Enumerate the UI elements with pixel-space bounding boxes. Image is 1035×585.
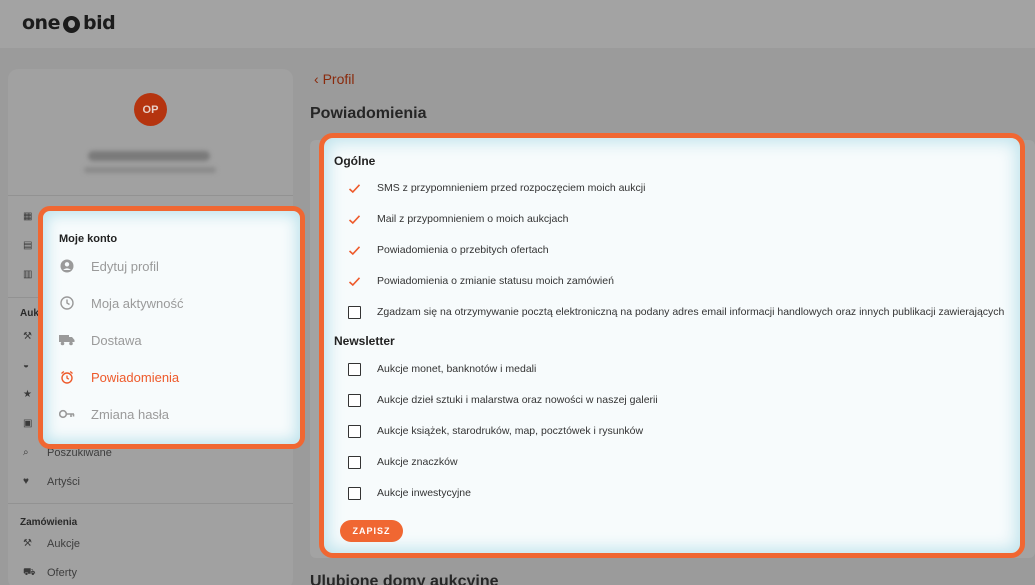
option-mail-reminder[interactable]: Mail z przypomnieniem o moich aukcjach (348, 211, 568, 227)
option-sms-reminder[interactable]: SMS z przypomnieniem przed rozpoczęciem … (348, 180, 645, 196)
blurred-user-name (88, 151, 210, 161)
option-order-status[interactable]: Powiadomienia o zmianie statusu moich za… (348, 273, 614, 289)
checkmark-icon[interactable] (348, 275, 361, 288)
message-icon: ▤ (23, 240, 33, 251)
user-circle-icon (59, 258, 75, 274)
onebid-logo[interactable]: one bid (22, 12, 116, 34)
avatar: OP (134, 93, 167, 126)
sidebar-item-artists[interactable]: Artyści (47, 476, 80, 488)
sidebar-divider (8, 503, 293, 504)
search-icon: ⌕ (23, 447, 29, 458)
truck-icon (59, 332, 75, 348)
logo-text-left: one (22, 12, 60, 34)
checkbox[interactable] (348, 486, 361, 500)
option-label: Mail z przypomnieniem o moich aukcjach (377, 213, 569, 225)
save-button[interactable]: ZAPISZ (340, 520, 403, 542)
option-label: Aukcje inwestycyjne (377, 487, 471, 499)
menu-item-notifications[interactable]: Powiadomienia (59, 367, 179, 387)
option-newsletter-art[interactable]: Aukcje dzieł sztuki i malarstwa oraz now… (348, 392, 658, 408)
clock-icon (59, 295, 75, 311)
option-label: Aukcje znaczków (377, 456, 458, 468)
sidebar-section-orders: Zamówienia (20, 517, 78, 528)
sidebar-item-orders-auctions[interactable]: Aukcje (47, 538, 80, 550)
option-label: SMS z przypomnieniem przed rozpoczęciem … (377, 182, 646, 194)
option-newsletter-books[interactable]: Aukcje książek, starodruków, map, pocztó… (348, 423, 643, 439)
newsletter-section-title: Newsletter (334, 334, 395, 348)
option-label: Aukcje książek, starodruków, map, pocztó… (377, 425, 644, 437)
notification-settings-panel: Ogólne SMS z przypomnieniem przed rozpoc… (319, 133, 1025, 558)
option-label: Zgadzam się na otrzymywanie pocztą elekt… (377, 306, 1005, 318)
option-label: Aukcje monet, banknotów i medali (377, 363, 537, 375)
checkbox[interactable] (348, 393, 361, 407)
basket-icon: ◒ (23, 360, 30, 371)
checkbox[interactable] (348, 424, 361, 438)
list-icon: ▣ (23, 418, 33, 429)
general-section-title: Ogólne (334, 154, 376, 168)
menu-item-edit-profile[interactable]: Edytuj profil (59, 256, 159, 276)
menu-item-change-password[interactable]: Zmiana hasła (59, 404, 169, 424)
menu-item-label: Edytuj profil (91, 258, 159, 274)
menu-item-delivery[interactable]: Dostawa (59, 330, 142, 350)
top-bar: one bid (0, 0, 1035, 48)
page-title: Powiadomienia (310, 105, 427, 122)
option-marketing-consent[interactable]: Zgadzam się na otrzymywanie pocztą elekt… (348, 304, 1004, 320)
checkbox[interactable] (348, 455, 361, 469)
star-icon: ★ (23, 389, 32, 400)
checkmark-icon[interactable] (348, 244, 361, 257)
back-to-profile-link[interactable]: ‹ Profil (314, 71, 354, 87)
sidebar-divider (8, 195, 293, 196)
option-label: Aukcje dzieł sztuki i malarstwa oraz now… (377, 394, 658, 406)
gavel-icon: ⚒ (23, 331, 32, 342)
gavel-icon: ⚒ (23, 538, 32, 549)
sidebar-item-orders-offers[interactable]: Oferty (47, 567, 77, 579)
favorite-auction-houses-title: Ulubione domy aukcyjne (310, 573, 499, 585)
menu-item-label: Powiadomienia (91, 369, 180, 385)
alarm-clock-icon (59, 369, 75, 385)
option-newsletter-investment[interactable]: Aukcje inwestycyjne (348, 485, 471, 501)
blurred-user-email (84, 167, 216, 173)
menu-item-label: Zmiana hasła (91, 406, 170, 422)
checkmark-icon[interactable] (348, 213, 361, 226)
logo-text-right: bid (82, 12, 116, 34)
option-label: Powiadomienia o zmianie statusu moich za… (377, 275, 614, 287)
dashboard-icon: ▦ (23, 211, 33, 222)
menu-item-label: Dostawa (91, 332, 142, 348)
checkbox[interactable] (348, 362, 361, 376)
logo-mark-icon (62, 15, 80, 33)
menu-item-my-activity[interactable]: Moja aktywność (59, 293, 183, 313)
cart-icon: ⛟ (23, 567, 36, 578)
menu-title: Moje konto (59, 233, 118, 245)
checkbox[interactable] (348, 305, 361, 319)
key-icon (59, 406, 75, 422)
option-newsletter-stamps[interactable]: Aukcje znaczków (348, 454, 458, 470)
my-account-menu: Moje konto Edytuj profil Moja aktywność … (38, 206, 305, 449)
option-outbid-notifications[interactable]: Powiadomienia o przebitych ofertach (348, 242, 549, 258)
document-icon: ▥ (23, 269, 33, 280)
option-label: Powiadomienia o przebitych ofertach (377, 244, 549, 256)
checkmark-icon[interactable] (348, 182, 361, 195)
option-newsletter-coins[interactable]: Aukcje monet, banknotów i medali (348, 361, 536, 377)
heart-icon: ♥ (23, 476, 29, 487)
back-link-label: Profil (322, 71, 355, 87)
menu-item-label: Moja aktywność (91, 295, 184, 311)
